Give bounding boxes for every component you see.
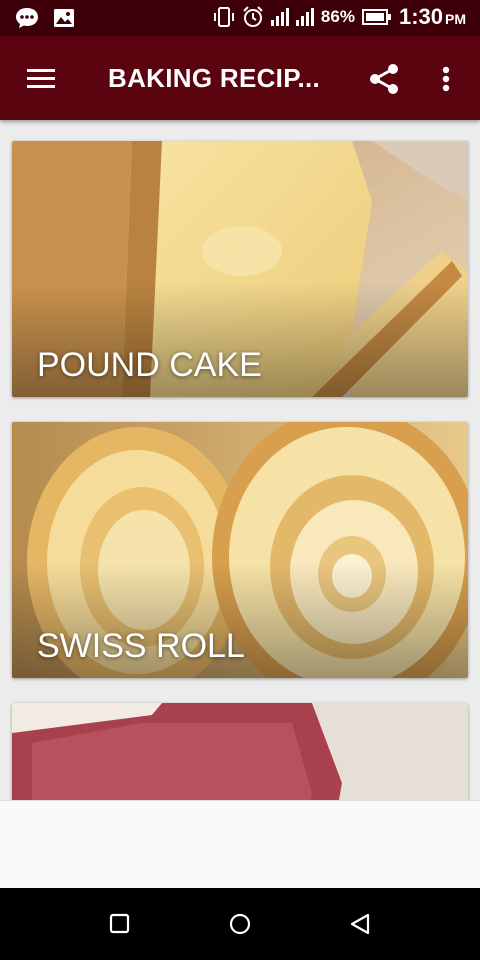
hamburger-menu-icon[interactable] — [24, 64, 60, 94]
recipe-card-pound-cake[interactable]: POUND CAKE — [12, 141, 468, 397]
clock: 1:30 PM — [399, 4, 466, 30]
signal-icon-sim1 — [270, 8, 289, 26]
image-notification-icon — [54, 9, 74, 27]
system-navigation-bar — [0, 888, 480, 960]
clock-suffix: PM — [445, 11, 466, 27]
alarm-icon — [243, 6, 263, 27]
app-bar: BAKING RECIP... — [0, 36, 480, 120]
recipe-card-swiss-roll[interactable]: SWISS ROLL — [12, 422, 468, 678]
recipe-title: POUND CAKE — [37, 346, 262, 384]
bottom-banner-area — [0, 800, 480, 889]
battery-percent: 86% — [320, 7, 355, 26]
triangle-back-icon[interactable] — [348, 912, 372, 936]
battery-icon — [361, 9, 391, 25]
recipe-title: SWISS ROLL — [37, 627, 245, 665]
circle-home-icon[interactable] — [228, 912, 252, 936]
more-vert-icon[interactable] — [436, 61, 456, 97]
status-bar: 86% 1:30 PM — [0, 0, 480, 36]
signal-icon-sim2 — [295, 8, 314, 26]
page-title: BAKING RECIP... — [108, 63, 321, 93]
clock-time: 1:30 — [398, 4, 443, 29]
system-status: 86% 1:30 PM — [213, 4, 466, 30]
share-icon[interactable] — [366, 61, 402, 97]
vibrate-icon — [213, 7, 234, 27]
notification-icons — [14, 6, 76, 30]
message-notification-icon — [16, 8, 38, 28]
square-recents-icon[interactable] — [108, 912, 132, 936]
